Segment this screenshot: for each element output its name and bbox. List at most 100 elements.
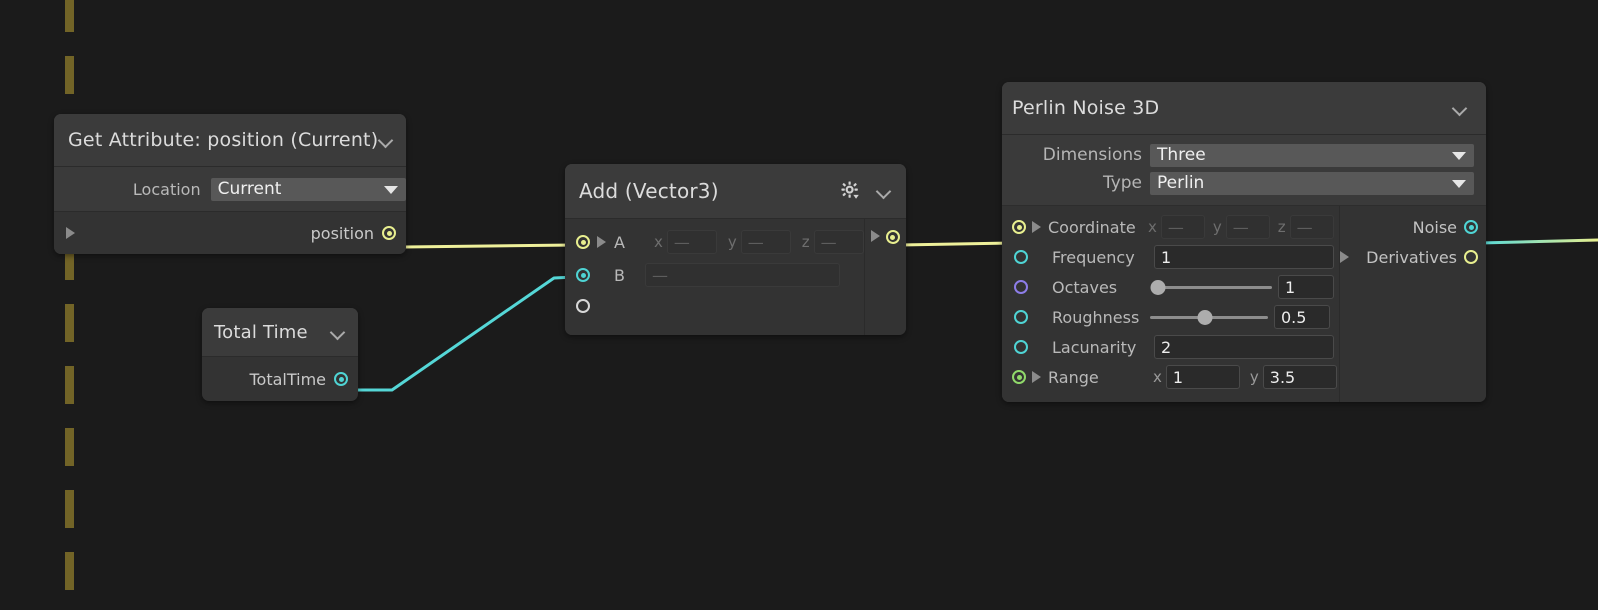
chevron-down-icon[interactable] [1452,100,1468,116]
perlin-body: Coordinate x — y — z — Frequency 1 Octav… [1002,206,1486,402]
input-a-label: A [614,232,625,252]
node-get-attribute-title: Get Attribute: position (Current) [68,129,379,151]
node-get-attribute[interactable]: Get Attribute: position (Current) Locati… [54,114,406,254]
input-port-coordinate[interactable] [1012,220,1026,234]
node-add-vector3[interactable]: Add (Vector3) A x — y — z — B — [565,164,906,335]
input-port-exec[interactable] [576,299,590,313]
input-port-a[interactable] [576,235,590,249]
frequency-label: Frequency [1052,247,1135,267]
triangle-right-icon[interactable] [1032,221,1041,233]
dimensions-label: Dimensions [1042,145,1142,165]
input-port-range[interactable] [1012,370,1026,384]
output-totaltime-label: TotalTime [249,369,326,389]
node-perlin-noise-3d-header[interactable]: Perlin Noise 3D [1002,82,1486,135]
range-label: Range [1048,367,1099,387]
location-select[interactable]: Current [210,177,406,201]
perlin-param-type: Type Perlin [1002,169,1486,197]
output-position-label: position [310,223,374,243]
input-port-lacunarity[interactable] [1014,340,1028,354]
wire-position-to-a [403,243,575,249]
add-output-section [863,219,906,335]
wire-totaltime-to-b [355,275,576,392]
node-get-attribute-header[interactable]: Get Attribute: position (Current) [54,114,406,167]
input-a-z[interactable]: — [813,230,864,254]
input-port-octaves[interactable] [1014,280,1028,294]
output-port-add[interactable] [885,230,900,244]
input-port-roughness[interactable] [1014,310,1028,324]
type-label: Type [1102,173,1142,193]
input-a-x[interactable]: — [666,230,717,254]
dimensions-select[interactable]: Three [1150,143,1474,167]
octaves-input[interactable]: 1 [1278,275,1334,299]
caret-down-icon [384,186,398,194]
location-select-value: Current [217,178,282,199]
range-x[interactable]: 1 [1165,365,1240,389]
get-attribute-output-row: position [54,212,406,254]
axis-label-x: x [1148,218,1157,236]
input-a-y[interactable]: — [740,230,791,254]
output-port-noise[interactable] [1464,220,1478,234]
coordinate-label: Coordinate [1048,217,1136,237]
triangle-right-icon[interactable] [66,227,75,239]
roughness-slider[interactable] [1150,308,1268,326]
triangle-right-icon[interactable] [870,230,880,242]
output-port-totaltime[interactable] [334,372,348,386]
input-port-frequency[interactable] [1014,250,1028,264]
total-time-output-row: TotalTime [202,357,358,401]
input-b-value[interactable]: — [645,263,840,287]
slider-knob[interactable] [1197,309,1213,325]
node-perlin-noise-3d[interactable]: Perlin Noise 3D Dimensions Three Type Pe… [1002,82,1486,402]
output-port-position[interactable] [382,226,396,240]
frequency-input[interactable]: 1 [1154,245,1334,269]
node-add-vector3-title: Add (Vector3) [579,179,719,203]
axis-label-y: y [727,233,737,251]
chevron-down-icon[interactable] [876,183,892,199]
triangle-right-icon[interactable] [597,236,606,248]
dimensions-select-value: Three [1157,144,1206,165]
noise-output-label: Noise [1412,217,1457,237]
location-label: Location [132,179,201,199]
node-add-vector3-header[interactable]: Add (Vector3) [565,164,906,219]
input-port-b[interactable] [576,268,590,282]
add-input-row-b: B — [565,260,864,290]
lacunarity-input[interactable]: 2 [1154,335,1334,359]
perlin-outputs: Noise Derivatives [1339,206,1486,402]
node-total-time-header[interactable]: Total Time [202,308,358,357]
type-select[interactable]: Perlin [1150,171,1474,195]
perlin-output-row-noise: Noise [1340,212,1478,242]
wire-noise-output [1479,238,1598,245]
chevron-down-icon[interactable] [330,324,346,340]
axis-label-y: y [1212,218,1222,236]
slider-knob[interactable] [1150,279,1166,295]
perlin-inputs: Coordinate x — y — z — Frequency 1 Octav… [1002,206,1339,402]
caret-down-icon [1452,180,1466,188]
perlin-input-row-octaves: Octaves 1 [1002,272,1339,302]
type-select-value: Perlin [1157,172,1205,193]
coordinate-x[interactable]: — [1160,215,1205,239]
perlin-input-row-coordinate: Coordinate x — y — z — [1002,212,1339,242]
axis-label-x: x [654,233,663,251]
roughness-input[interactable]: 0.5 [1274,305,1330,329]
axis-label-y: y [1249,368,1259,386]
roughness-label: Roughness [1052,307,1140,327]
axis-label-z: z [801,233,810,251]
output-port-derivatives[interactable] [1464,250,1478,264]
octaves-slider[interactable] [1150,278,1272,296]
lacunarity-label: Lacunarity [1052,337,1137,357]
timeline-guide-dashes [65,0,74,610]
coordinate-z[interactable]: — [1289,215,1334,239]
perlin-param-dimensions: Dimensions Three [1002,141,1486,169]
range-y[interactable]: 3.5 [1262,365,1337,389]
triangle-right-icon[interactable] [1032,371,1041,383]
coordinate-y[interactable]: — [1225,215,1270,239]
perlin-input-row-lacunarity: Lacunarity 2 [1002,332,1339,362]
node-total-time[interactable]: Total Time TotalTime [202,308,358,401]
add-input-row-a: A x — y — z — [565,227,864,257]
triangle-right-icon[interactable] [1340,251,1349,263]
node-add-vector3-body: A x — y — z — B — [565,219,906,335]
chevron-down-icon[interactable] [378,132,394,148]
node-graph-canvas[interactable]: Get Attribute: position (Current) Locati… [0,0,1598,610]
gear-dropdown-icon[interactable] [840,180,862,202]
node-perlin-noise-3d-title: Perlin Noise 3D [1012,97,1160,119]
perlin-input-row-roughness: Roughness 0.5 [1002,302,1339,332]
